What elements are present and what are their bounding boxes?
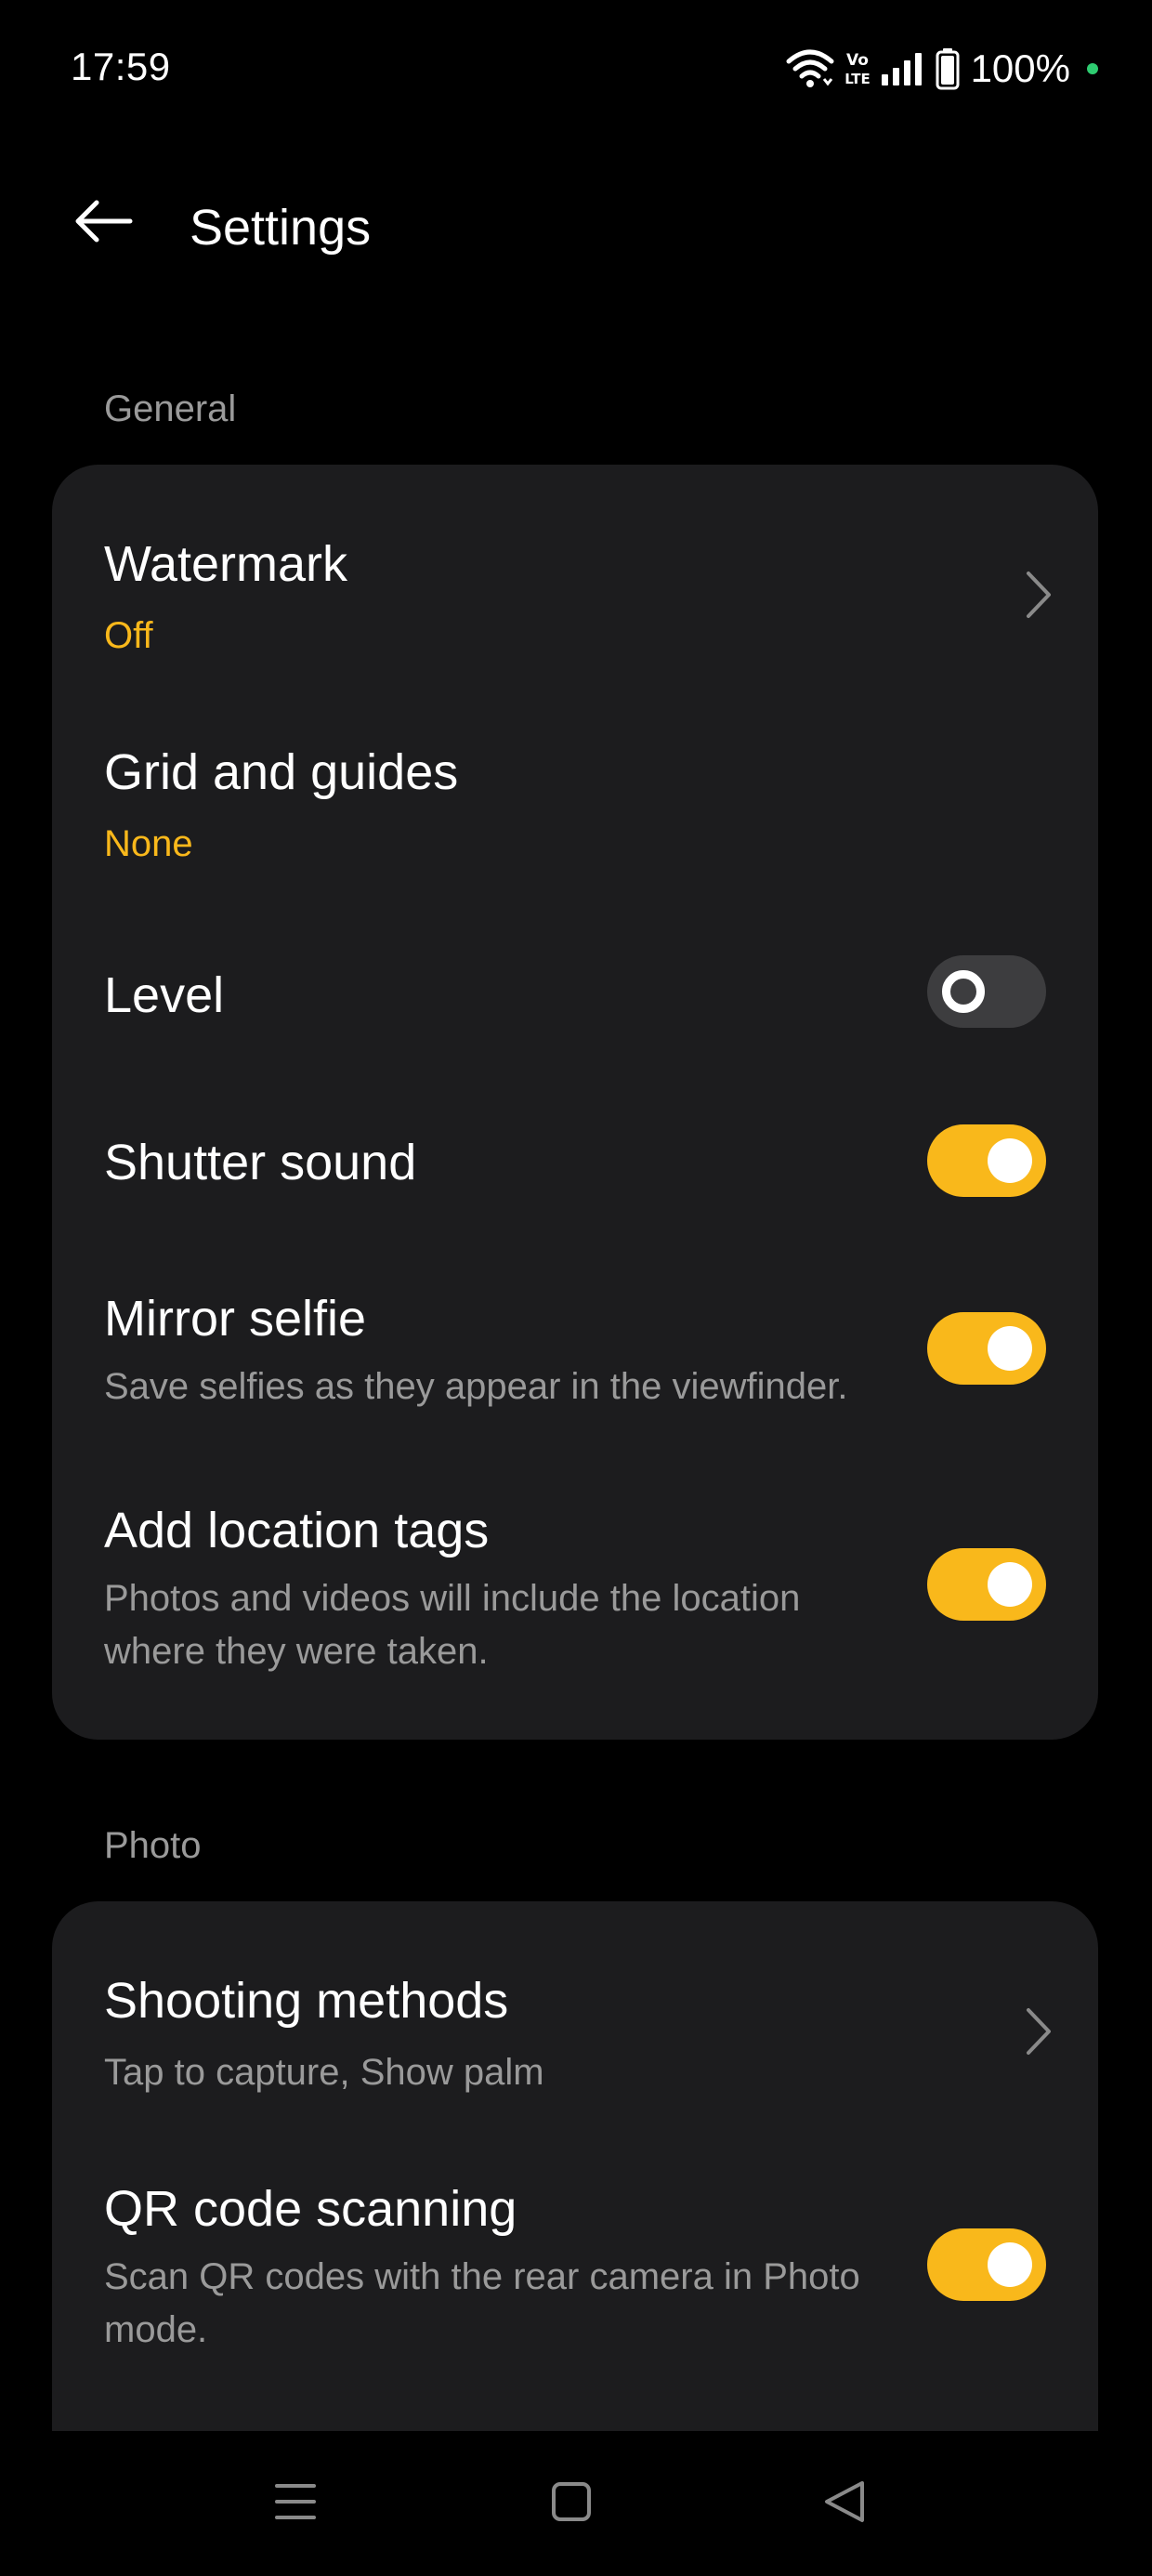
mirror-selfie-row[interactable]: Mirror selfie Save selfies as they appea… [52, 1217, 1098, 1431]
mirror-selfie-toggle[interactable] [927, 1312, 1046, 1385]
header: Settings [0, 177, 1152, 269]
wifi-icon [785, 48, 835, 89]
photo-card: Shooting methods Tap to capture, Show pa… [52, 1901, 1098, 2431]
shooting-methods-row[interactable]: Shooting methods Tap to capture, Show pa… [52, 1901, 1098, 2109]
mirror-selfie-title: Mirror selfie [104, 1291, 367, 1347]
qr-scanning-subtitle: Scan QR codes with the rear camera in Ph… [104, 2256, 860, 2350]
shutter-sound-row[interactable]: Shutter sound [52, 1048, 1098, 1217]
toggle-knob [988, 1138, 1032, 1183]
menu-icon [274, 2481, 317, 2527]
general-card: Watermark Off Grid and guides None Level… [52, 465, 1098, 1740]
battery-icon [936, 47, 960, 90]
status-dot [1087, 63, 1098, 74]
toggle-knob [988, 2242, 1032, 2287]
mirror-selfie-subtitle: Save selfies as they appear in the viewf… [104, 1366, 848, 1407]
page-title: Settings [190, 200, 372, 256]
status-icons: Vo LTE 100% [785, 45, 1098, 93]
watermark-value: Off [104, 615, 153, 656]
volte-icon: Vo LTE [844, 48, 871, 89]
watermark-row[interactable]: Watermark Off [52, 465, 1098, 669]
home-square-icon [551, 2481, 592, 2527]
back-button[interactable] [61, 188, 145, 258]
toggle-knob [988, 1326, 1032, 1371]
level-title: Level [104, 967, 225, 1023]
status-bar: 17:59 Vo LTE 100% [0, 0, 1152, 139]
toggle-knob [942, 970, 985, 1013]
qr-scanning-row[interactable]: QR code scanning Scan QR codes with the … [52, 2109, 1098, 2431]
shutter-sound-toggle[interactable] [927, 1124, 1046, 1197]
home-button[interactable] [530, 2468, 613, 2539]
level-row[interactable]: Level [52, 883, 1098, 1048]
navigation-bar [0, 2431, 1152, 2576]
grid-guides-value: None [104, 823, 193, 864]
level-toggle[interactable] [927, 955, 1046, 1028]
svg-text:Vo: Vo [846, 51, 869, 70]
back-triangle-icon [823, 2479, 866, 2529]
chevron-right-icon [1018, 2004, 1059, 2059]
shooting-methods-subtitle: Tap to capture, Show palm [104, 2052, 544, 2093]
section-label-general: General [104, 388, 237, 429]
location-tags-subtitle: Photos and videos will include the locat… [104, 1578, 801, 1672]
battery-percent: 100% [970, 46, 1070, 90]
shutter-sound-title: Shutter sound [104, 1135, 417, 1190]
qr-scanning-title: QR code scanning [104, 2181, 517, 2237]
grid-guides-row[interactable]: Grid and guides None [52, 669, 1098, 883]
chevron-right-icon [1018, 567, 1059, 623]
recents-button[interactable] [254, 2468, 337, 2539]
location-tags-title: Add location tags [104, 1503, 490, 1558]
qr-scanning-toggle[interactable] [927, 2228, 1046, 2301]
toggle-knob [988, 1562, 1032, 1607]
location-tags-row[interactable]: Add location tags Photos and videos will… [52, 1431, 1098, 1740]
watermark-title: Watermark [104, 536, 348, 592]
shooting-methods-title: Shooting methods [104, 1973, 509, 2029]
grid-guides-title: Grid and guides [104, 744, 459, 800]
signal-icon [880, 50, 926, 87]
location-tags-toggle[interactable] [927, 1548, 1046, 1621]
back-nav-button[interactable] [803, 2468, 886, 2539]
arrow-left-icon [72, 197, 134, 250]
status-time: 17:59 [71, 45, 171, 88]
section-label-photo: Photo [104, 1825, 202, 1866]
svg-text:LTE: LTE [844, 71, 871, 87]
